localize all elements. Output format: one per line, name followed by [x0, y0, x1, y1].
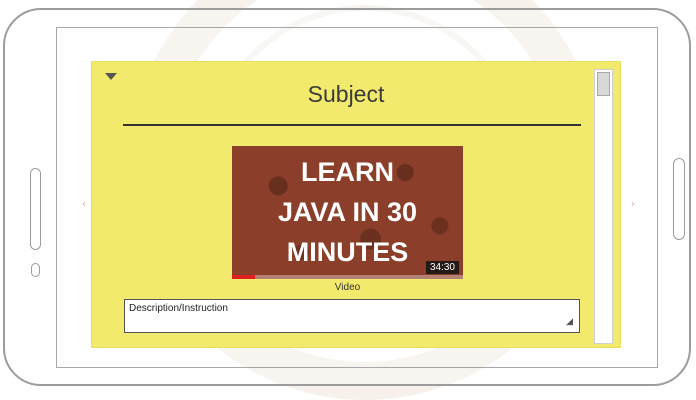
video-progress-bar[interactable] — [232, 275, 463, 279]
description-placeholder: Description/Instruction — [129, 303, 228, 314]
subject-card: Subject LEARN JAVA IN 30 MINUTES 34:30 V… — [91, 61, 621, 348]
vertical-scrollbar[interactable] — [594, 69, 613, 344]
next-arrow-icon[interactable]: › — [631, 199, 635, 210]
home-button — [30, 168, 41, 250]
previous-arrow-icon[interactable]: ‹ — [82, 199, 86, 210]
video-duration: 34:30 — [425, 261, 459, 274]
description-textarea[interactable]: Description/Instruction ◢ — [124, 299, 580, 333]
video-progress-fill — [232, 275, 256, 279]
video-player[interactable]: LEARN JAVA IN 30 MINUTES 34:30 — [232, 146, 463, 279]
subject-title: Subject — [307, 81, 385, 107]
scrollbar-thumb[interactable] — [597, 72, 610, 96]
dropdown-toggle-icon[interactable] — [105, 73, 117, 80]
video-thumbnail-title: LEARN JAVA IN 30 MINUTES — [232, 152, 463, 272]
video-caption: Video — [334, 282, 361, 293]
volume-button — [673, 158, 685, 240]
title-divider — [123, 124, 581, 126]
resize-handle-icon[interactable]: ◢ — [566, 317, 573, 327]
video-title-line: JAVA IN 30 — [277, 197, 418, 227]
video-title-line: LEARN — [301, 157, 394, 187]
camera-icon — [31, 263, 40, 277]
